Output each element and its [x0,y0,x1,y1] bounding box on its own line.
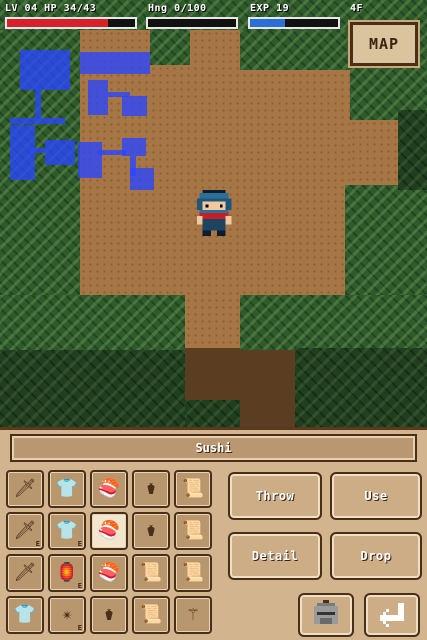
lantern-icon: 🏮 [55,562,79,583]
inventory-panel: Sushi 🗡 👕 🍣 ⚱ 📜 🗡 E 👕 E 🍣 ⚱ 📜 🗡 🏮 E 🍣 📜 📜 👕 ✴ E ⚱ 📜 ⚚ Throw Use… [0,427,427,640]
inventory-slot[interactable]: 🍣 [90,512,128,550]
inventory-slot[interactable]: 🗡 [6,470,44,508]
inventory-slot[interactable]: 📜 [132,596,170,634]
wall-right-strip [398,110,427,190]
inventory-slot[interactable]: 🗡 E [6,512,44,550]
equipped-mark: E [77,582,82,590]
detail-button[interactable]: Detail [228,532,322,580]
scroll-icon: 📜 [139,604,163,625]
return-arrow-icon [380,603,404,627]
scroll-icon: 📜 [139,562,163,583]
foliage-dark-bottom [185,400,240,427]
foliage-dark-left [0,350,185,427]
foliage-dark-right [295,348,427,427]
back-button[interactable] [364,593,420,637]
inventory-slot[interactable]: 📜 [174,512,212,550]
hp-bar-fill [7,19,109,27]
hp-bar [5,17,137,29]
level-hp-text: LV 04 HP 34/43 [5,3,97,14]
hunger-bar [146,17,238,29]
armor-icon: 👕 [55,520,79,541]
inventory-slot[interactable]: ⚱ [90,596,128,634]
inventory-slot[interactable]: 📜 [132,554,170,592]
selected-item-name: Sushi [10,434,417,462]
corridor-shadow [185,348,295,403]
sword-icon: 🗡 [13,520,37,541]
inventory-slot[interactable]: ⚱ [132,512,170,550]
armor-icon: 👕 [13,604,37,625]
sushi-icon: 🍣 [97,562,121,583]
foliage-bottom-right [240,295,427,350]
foliage-top-left [150,30,190,65]
foliage-top-right [240,30,350,70]
inventory-slot[interactable]: 🍣 [90,554,128,592]
inventory-slot[interactable]: 📜 [174,470,212,508]
exp-bar-fill [250,19,286,27]
use-button[interactable]: Use [330,472,422,520]
inventory-slot[interactable]: 👕 [6,596,44,634]
corridor-floor [185,290,240,350]
pot-icon: ⚱ [103,604,115,625]
scroll-icon: 📜 [181,478,205,499]
foliage-right-lower [345,185,427,305]
sword-icon: 🗡 [13,562,37,583]
equipped-mark: E [35,540,40,548]
sushi-icon: 🍣 [97,520,121,541]
inventory-slot[interactable]: 👕 E [48,512,86,550]
inventory-slot[interactable]: ⚚ [174,596,212,634]
drop-button[interactable]: Drop [330,532,422,580]
floor-indicator: 4F [350,3,364,14]
inventory-slot[interactable]: 👕 [48,470,86,508]
pot-icon: ⚱ [145,478,157,499]
throw-button[interactable]: Throw [228,472,322,520]
equipped-mark: E [77,540,82,548]
staff-icon: ⚚ [187,604,199,625]
room-floor-right [350,120,400,190]
equipped-mark: E [77,624,82,632]
sword-icon: 🗡 [13,478,37,499]
player-ninja-sprite [196,190,232,236]
sushi-icon: 🍣 [97,478,121,499]
armor-icon: 👕 [55,478,79,499]
scroll-icon: 📜 [181,520,205,541]
corridor-shadow-lower [240,400,295,427]
character-status-button[interactable] [298,593,354,637]
hunger-text: Hng 0/100 [148,3,207,14]
exp-bar [248,17,340,29]
knight-helmet-icon [314,600,338,624]
foliage-bottom-left [0,295,185,355]
inventory-slot[interactable]: 🍣 [90,470,128,508]
game-viewport[interactable]: LV 04 HP 34/43 Hng 0/100 EXP 19 4F MAP [0,0,427,427]
scroll-icon: 📜 [181,562,205,583]
inventory-slot[interactable]: 📜 [174,554,212,592]
pot-icon: ⚱ [145,520,157,541]
inventory-slot[interactable]: 🗡 [6,554,44,592]
inventory-slot[interactable]: ⚱ [132,470,170,508]
inventory-slot[interactable]: 🏮 E [48,554,86,592]
shuriken-icon: ✴ [61,604,73,625]
exp-text: EXP 19 [250,3,290,14]
map-button[interactable]: MAP [348,20,420,68]
inventory-slot[interactable]: ✴ E [48,596,86,634]
